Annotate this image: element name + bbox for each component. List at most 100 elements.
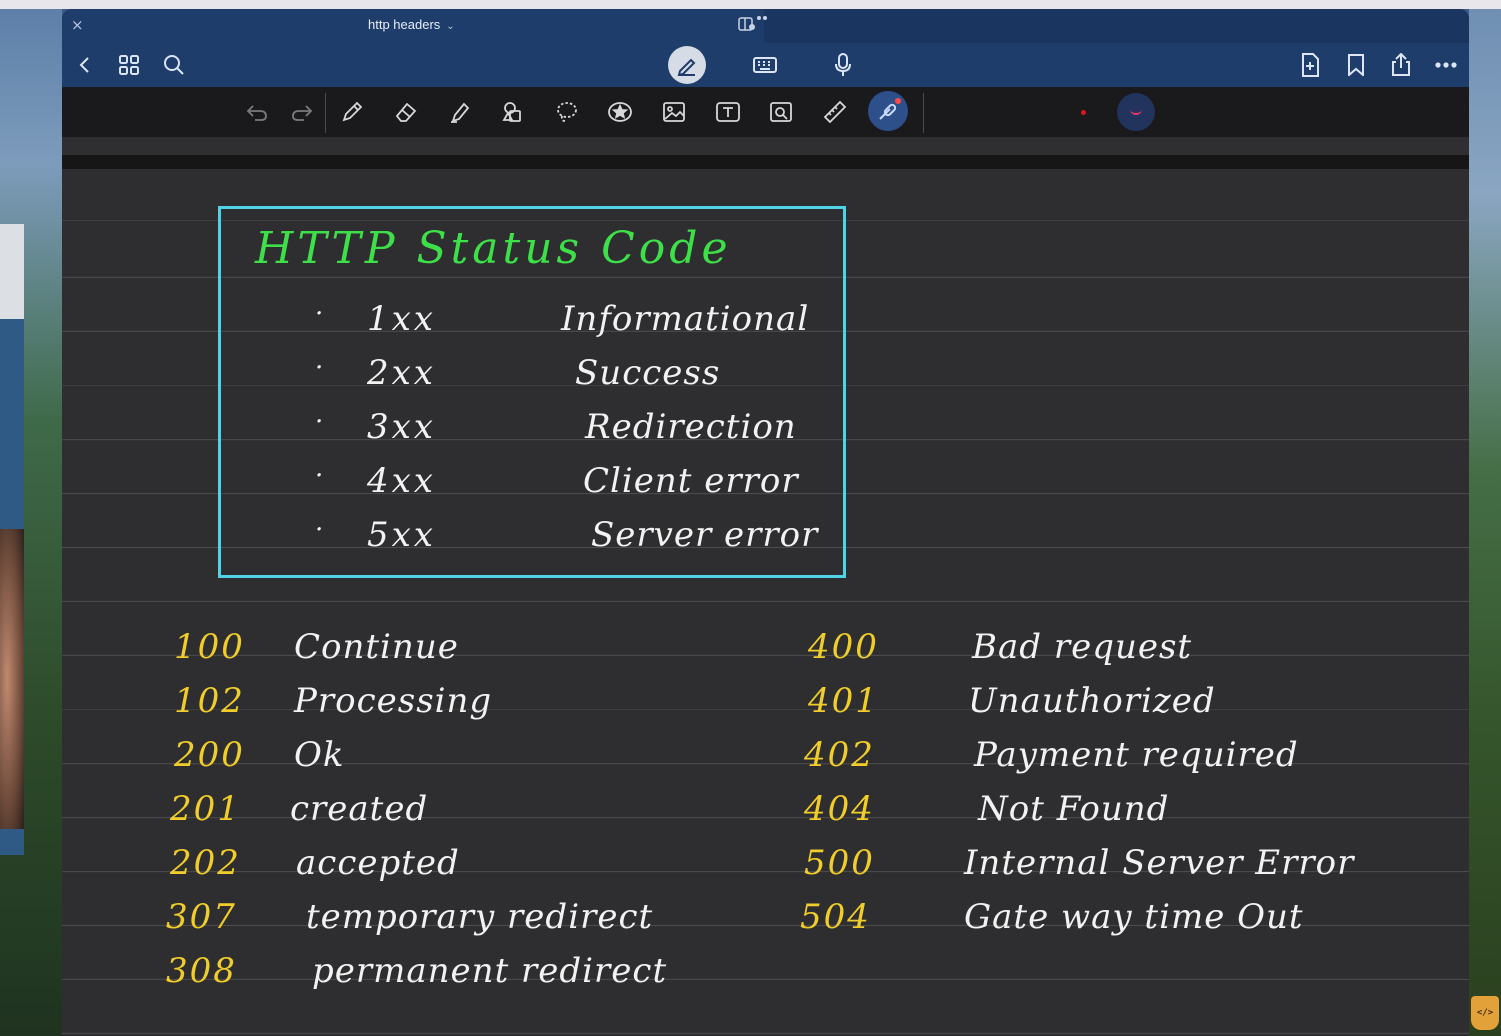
document-title-text: http headers (368, 17, 441, 32)
toolbar-divider (325, 93, 326, 133)
sticker-icon[interactable] (606, 98, 634, 126)
share-icon[interactable] (1386, 51, 1416, 79)
bullet: · (315, 407, 324, 437)
category-row: · 1xx Informational (221, 295, 843, 349)
category-desc: Redirection (585, 407, 797, 447)
status-code-number: 201 (170, 789, 241, 829)
desktop-menubar (0, 0, 1501, 9)
status-code-item: 100 Continue (174, 625, 794, 679)
image-icon[interactable] (660, 98, 688, 126)
microphone-icon[interactable] (828, 51, 858, 79)
split-view-icon[interactable] (738, 14, 768, 36)
keyboard-icon[interactable] (750, 51, 780, 79)
laser-pointer-icon[interactable] (868, 91, 908, 131)
status-code-text: created (290, 789, 429, 829)
search-icon[interactable] (159, 51, 189, 79)
dock-app-icon[interactable]: </> (1471, 996, 1499, 1030)
status-code-box: HTTP Status Code · 1xx Informational · 2… (218, 206, 846, 578)
status-code-number: 308 (166, 951, 237, 991)
status-code-text: Processing (294, 681, 493, 721)
stroke-size-dot[interactable] (1081, 110, 1086, 115)
bullet: · (315, 299, 324, 329)
status-code-item: 308 permanent redirect (166, 949, 786, 1003)
main-toolbar (62, 43, 1469, 87)
status-code-item: 307 temporary redirect (166, 895, 786, 949)
status-code-number: 500 (804, 843, 875, 883)
background-window-edge (0, 224, 24, 319)
bookmark-icon[interactable] (1341, 51, 1371, 79)
zoom-image-icon[interactable] (767, 98, 795, 126)
notebook-page[interactable]: HTTP Status Code · 1xx Informational · 2… (62, 169, 1469, 1036)
lasso-icon[interactable] (553, 98, 581, 126)
category-row: · 2xx Success (221, 349, 843, 403)
status-code-item: 400 Bad request (808, 625, 1428, 679)
title-bar: × http headers ⌄ (62, 9, 1469, 43)
page-separator (62, 155, 1469, 169)
status-code-item: 102 Processing (174, 679, 794, 733)
close-icon[interactable]: × (71, 16, 84, 34)
category-code: 2xx (367, 353, 436, 393)
redo-icon[interactable] (288, 98, 316, 126)
eraser-icon[interactable] (392, 98, 420, 126)
webcam-overlay (0, 529, 24, 829)
category-row: · 5xx Server error (221, 511, 843, 565)
notes-app-window: × http headers ⌄ HTTP Status Code · 1xx … (62, 9, 1469, 1036)
shapes-icon[interactable] (499, 98, 527, 126)
category-code: 4xx (367, 461, 436, 501)
add-page-icon[interactable] (1295, 51, 1325, 79)
status-code-number: 400 (808, 627, 879, 667)
highlighter-icon[interactable] (446, 98, 474, 126)
status-code-text: Unauthorized (968, 681, 1216, 721)
bullet: · (315, 353, 324, 383)
ruler-icon[interactable] (821, 98, 849, 126)
box-title: HTTP Status Code (255, 223, 732, 274)
status-code-text: Gate way time Out (964, 897, 1304, 937)
category-desc: Success (575, 353, 721, 393)
bullet: · (315, 461, 324, 491)
status-code-number: 504 (800, 897, 871, 937)
category-code: 3xx (367, 407, 436, 447)
status-code-text: accepted (296, 843, 460, 883)
color-swatch (1130, 109, 1142, 115)
status-code-item: 200 Ok (174, 733, 794, 787)
status-code-number: 307 (166, 897, 237, 937)
status-code-text: temporary redirect (306, 897, 654, 937)
desktop-background-left (0, 9, 62, 1036)
status-code-text: permanent redirect (312, 951, 668, 991)
status-code-number: 401 (808, 681, 879, 721)
status-code-number: 200 (174, 735, 245, 775)
status-code-item: 500 Internal Server Error (804, 841, 1424, 895)
status-code-number: 402 (804, 735, 875, 775)
status-code-item: 504 Gate way time Out (800, 895, 1420, 949)
grid-icon[interactable] (114, 51, 144, 79)
status-code-number: 102 (174, 681, 245, 721)
status-code-item: 202 accepted (170, 841, 790, 895)
category-row: · 3xx Redirection (221, 403, 843, 457)
undo-icon[interactable] (243, 98, 271, 126)
category-desc: Informational (561, 299, 810, 339)
more-icon[interactable] (1431, 51, 1461, 79)
chevron-down-icon: ⌄ (446, 21, 455, 32)
category-code: 1xx (367, 299, 436, 339)
pen-mode-icon[interactable] (668, 46, 706, 84)
color-picker[interactable] (1117, 93, 1155, 131)
status-code-text: Continue (294, 627, 459, 667)
status-code-item: 201 created (170, 787, 790, 841)
category-row: · 4xx Client error (221, 457, 843, 511)
laser-indicator-dot (895, 98, 901, 104)
category-code: 5xx (367, 515, 436, 555)
back-icon[interactable] (70, 51, 100, 79)
status-code-text: Internal Server Error (964, 843, 1355, 883)
title-bar-shade (764, 9, 1469, 43)
category-desc: Client error (583, 461, 799, 501)
text-icon[interactable] (714, 98, 742, 126)
status-code-text: Bad request (972, 627, 1193, 667)
toolbar-divider (923, 93, 924, 133)
page-top-margin (62, 137, 1469, 155)
pen-icon[interactable] (338, 98, 366, 126)
status-code-item: 404 Not Found (804, 787, 1424, 841)
status-code-item: 402 Payment required (804, 733, 1424, 787)
status-code-number: 202 (170, 843, 241, 883)
status-code-text: Not Found (978, 789, 1170, 829)
document-title[interactable]: http headers ⌄ (368, 17, 455, 32)
